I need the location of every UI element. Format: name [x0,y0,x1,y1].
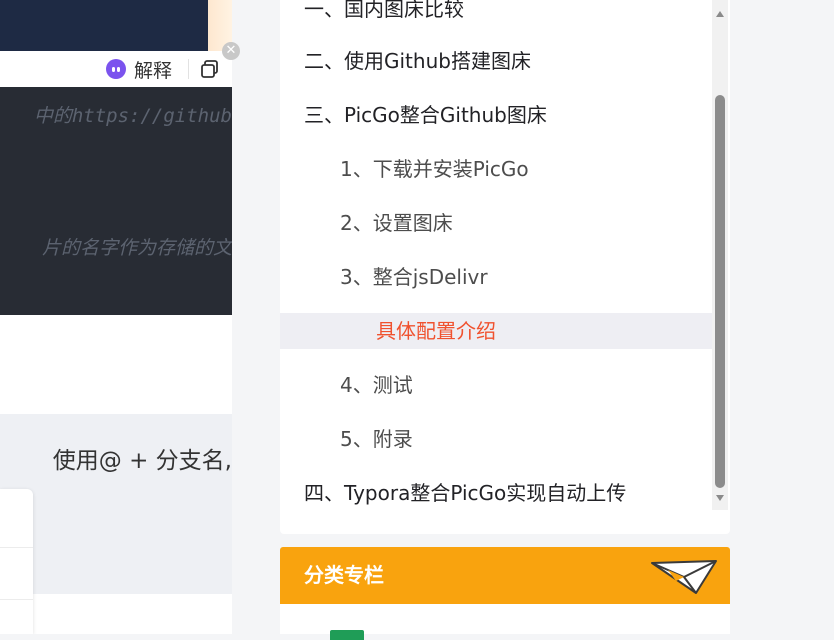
category-header: 分类专栏 [280,547,730,604]
toc-item[interactable]: 三、PicGo整合Github图床 [280,97,712,133]
toc-scrollbar[interactable] [712,0,728,510]
toc-item-active[interactable]: 具体配置介绍 [280,313,712,349]
toc-item-label: 4、测试 [340,373,413,397]
toc-item-label: 3、整合jsDelivr [340,265,488,289]
copy-icon[interactable] [200,59,220,79]
toc-item-label: 1、下载并安装PicGo [340,157,529,181]
toc-item[interactable]: 5、附录 [280,421,712,457]
toc-item-label: 2、设置图床 [340,211,453,235]
category-thumbnail[interactable] [330,630,364,640]
scroll-up-arrow-icon[interactable] [716,11,724,17]
quote-card [0,489,33,634]
ai-assistant-icon [106,59,126,79]
explain-label: 解释 [134,59,173,82]
toc-item[interactable]: 1、下载并安装PicGo [280,151,712,187]
toc-item[interactable]: 4、测试 [280,367,712,403]
quote-text: 使用@ + 分支名, [52,448,232,474]
toc-item-label: 三、PicGo整合Github图床 [304,103,547,127]
paper-plane-icon [651,560,717,594]
toc-item[interactable]: 一、国内图床比较 [280,0,712,27]
category-body [280,604,730,640]
code-toolbar: 解释 [100,51,232,87]
code-block: 中的https://github 片的名字作为存储的文 [0,87,232,315]
toc-item-label: 一、国内图床比较 [304,0,464,21]
toolbar-divider [188,59,189,79]
quote-block: 使用@ + 分支名, [0,414,232,634]
toc-scrollbar-thumb[interactable] [715,95,725,488]
toc-item-label: 四、Typora整合PicGo实现自动上传 [304,481,627,505]
toc-item-label: 具体配置介绍 [376,319,496,343]
toc-item[interactable]: 2、设置图床 [280,205,712,241]
article-image [0,0,232,51]
code-line: 中的https://github [33,105,232,127]
code-line: 片的名字作为存储的文 [41,237,232,259]
close-icon[interactable]: ✕ [222,42,240,60]
explain-button[interactable]: 解释 [106,57,173,82]
toc-item[interactable]: 二、使用Github搭建图床 [280,43,712,79]
scroll-down-arrow-icon[interactable] [716,495,724,501]
toc-item[interactable]: 3、整合jsDelivr [280,259,712,295]
toc-item-label: 二、使用Github搭建图床 [304,49,531,73]
toc-item-label: 5、附录 [340,427,413,451]
article-column: 中的https://github 片的名字作为存储的文 解释 使用@ + 分支名… [0,0,232,634]
category-title: 分类专栏 [304,563,384,587]
toc-panel: 一、国内图床比较 二、使用Github搭建图床 三、PicGo整合Github图… [280,0,730,534]
toc-item[interactable]: 四、Typora整合PicGo实现自动上传 [280,475,712,511]
